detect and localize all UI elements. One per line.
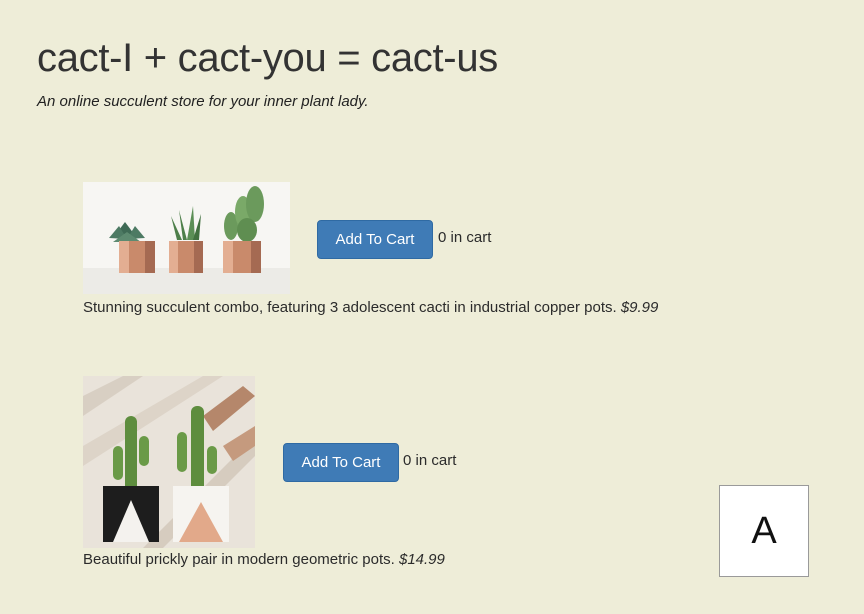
page: cact-I + cact-you = cact-us An online su… xyxy=(0,0,864,614)
two-cacti-geometric-pots-image xyxy=(83,376,255,548)
price: $14.99 xyxy=(398,551,445,568)
corner-letter-box: A xyxy=(719,485,809,577)
cart-count: 0 in cart xyxy=(403,452,457,469)
description-text: Beautiful prickly pair in modern geometr… xyxy=(83,551,395,568)
product-image-two-cacti xyxy=(83,376,255,548)
product-image-three-cacti xyxy=(83,182,290,294)
add-to-cart-button[interactable]: Add To Cart xyxy=(283,443,399,482)
cart-count: 0 in cart xyxy=(438,229,492,246)
product-description: Beautiful prickly pair in modern geometr… xyxy=(83,550,445,570)
product-description: Stunning succulent combo, featuring 3 ad… xyxy=(83,298,658,318)
three-cacti-copper-pots-image xyxy=(83,182,290,294)
tagline: An online succulent store for your inner… xyxy=(37,93,369,110)
price: $9.99 xyxy=(620,299,659,316)
add-to-cart-button[interactable]: Add To Cart xyxy=(317,220,433,259)
description-text: Stunning succulent combo, featuring 3 ad… xyxy=(83,299,617,316)
page-title: cact-I + cact-you = cact-us xyxy=(37,36,498,80)
